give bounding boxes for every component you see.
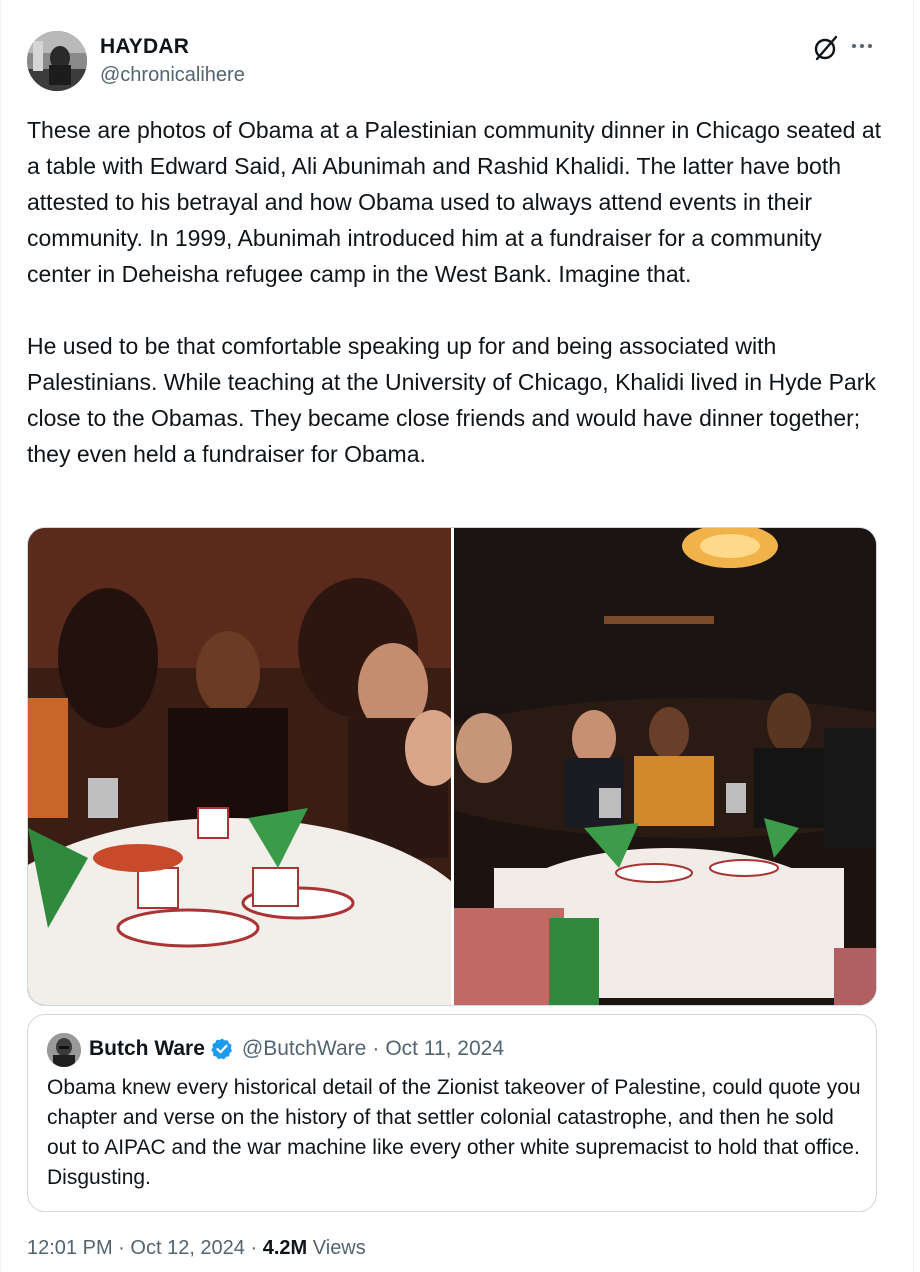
author-avatar[interactable] xyxy=(27,31,87,91)
avatar-photo-icon xyxy=(27,31,87,91)
photo-banquet-hall[interactable] xyxy=(454,528,876,1005)
tweet-paragraph-2: He used to be that comfortable speaking … xyxy=(27,333,883,467)
views-label[interactable]: Views xyxy=(313,1237,366,1259)
tweet-time[interactable]: 12:01 PM xyxy=(27,1237,113,1259)
tweet-paragraph-1: These are photos of Obama at a Palestini… xyxy=(27,117,888,287)
meta-separator-1: · xyxy=(118,1237,125,1259)
quoted-date[interactable]: Oct 11, 2024 xyxy=(385,1037,504,1061)
quoted-tweet-header: Butch Ware @ButchWare · Oct 11, 2024 xyxy=(89,1037,504,1061)
more-options-icon[interactable] xyxy=(848,32,876,60)
meta-separator-2: · xyxy=(250,1237,258,1259)
quoted-author-avatar[interactable] xyxy=(47,1033,81,1067)
photo-dinner-table-closeup[interactable] xyxy=(28,528,451,1005)
views-count[interactable]: 4.2M xyxy=(263,1237,307,1259)
author-display-name[interactable]: HAYDAR xyxy=(100,35,189,59)
quoted-author-handle[interactable]: @ButchWare xyxy=(242,1037,366,1061)
media-grid xyxy=(27,527,877,1006)
quoted-tweet-text: Obama knew every historical detail of th… xyxy=(47,1076,861,1189)
quoted-separator: · xyxy=(372,1037,380,1060)
frame-right-border xyxy=(913,0,914,1272)
quoted-author-name[interactable]: Butch Ware xyxy=(89,1037,205,1061)
tweet-text: These are photos of Obama at a Palestini… xyxy=(27,112,887,472)
verified-badge-icon[interactable] xyxy=(210,1037,234,1061)
tweet-card: HAYDAR @chronicalihere These are photos … xyxy=(0,0,920,1272)
tweet-meta: 12:01 PM · Oct 12, 2024 · 4.2M Views xyxy=(27,1237,366,1260)
frame-left-border xyxy=(0,0,1,1272)
quoted-tweet[interactable]: Butch Ware @ButchWare · Oct 11, 2024 Oba… xyxy=(27,1014,877,1212)
grok-icon[interactable] xyxy=(812,34,840,62)
author-handle[interactable]: @chronicalihere xyxy=(100,64,245,87)
tweet-date[interactable]: Oct 12, 2024 xyxy=(130,1237,245,1259)
quoted-avatar-photo-icon xyxy=(47,1033,81,1067)
